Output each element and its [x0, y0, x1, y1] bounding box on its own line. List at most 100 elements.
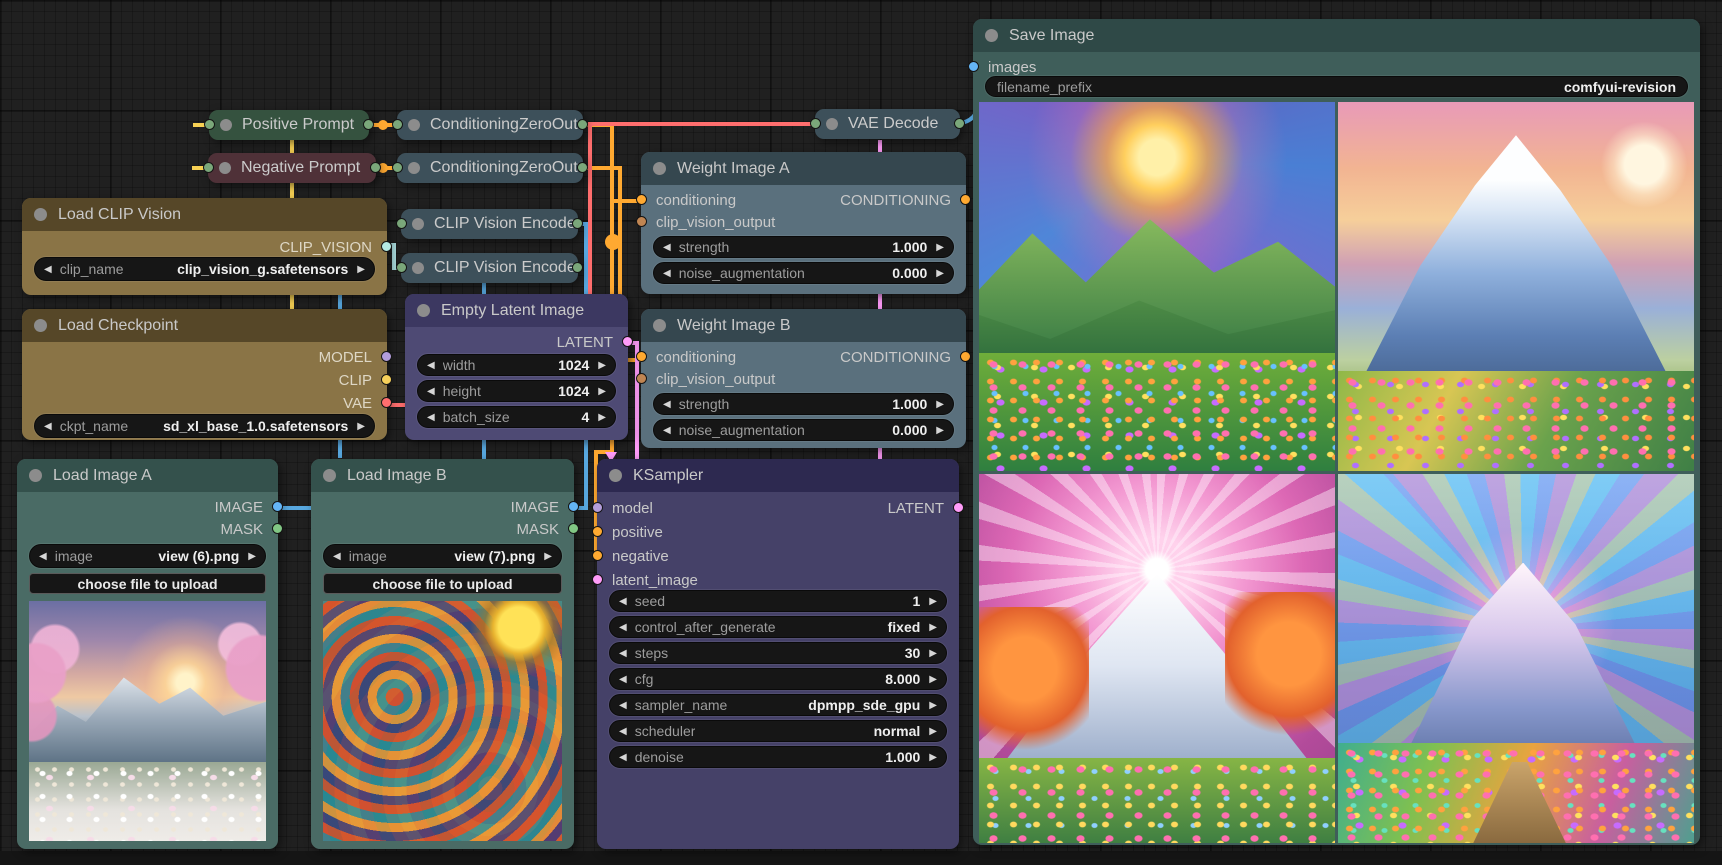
height-widget[interactable]: ◀ height 1024 ▶	[417, 380, 616, 402]
increment-arrow-icon[interactable]: ▶	[598, 386, 606, 397]
scheduler-widget[interactable]: ◀ scheduler normal ▶	[609, 720, 947, 742]
collapse-toggle-icon[interactable]	[219, 162, 231, 174]
positive-input-port[interactable]	[592, 526, 603, 537]
input-port[interactable]	[396, 218, 407, 229]
increment-arrow-icon[interactable]: ▶	[936, 242, 944, 253]
collapse-toggle-icon[interactable]	[412, 218, 424, 230]
node-vae-decode[interactable]: VAE Decode	[815, 109, 960, 139]
collapse-toggle-icon[interactable]	[323, 469, 336, 482]
image-output-port[interactable]	[568, 501, 579, 512]
conditioning-output-port[interactable]	[960, 194, 971, 205]
collapse-toggle-icon[interactable]	[220, 119, 232, 131]
clip-vision-output-input-port[interactable]	[636, 373, 647, 384]
node-conditioning-zero-out-1[interactable]: ConditioningZeroOut	[397, 110, 583, 140]
collapse-toggle-icon[interactable]	[408, 162, 420, 174]
choose-file-button[interactable]: choose file to upload	[29, 573, 266, 594]
decrement-arrow-icon[interactable]: ◀	[663, 242, 671, 253]
decrement-arrow-icon[interactable]: ◀	[333, 551, 341, 562]
node-load-image-b[interactable]: Load Image B IMAGE MASK ◀ image view (7)…	[311, 459, 574, 849]
output-port[interactable]	[572, 218, 583, 229]
control-after-generate-widget[interactable]: ◀ control_after_generate fixed ▶	[609, 616, 947, 638]
latent-image-input-port[interactable]	[592, 574, 603, 585]
node-clip-vision-encode-2[interactable]: CLIP Vision Encode	[401, 253, 578, 283]
negative-input-port[interactable]	[592, 550, 603, 561]
output-port[interactable]	[954, 118, 965, 129]
decrement-arrow-icon[interactable]: ◀	[44, 264, 52, 275]
node-empty-latent-image[interactable]: Empty Latent Image LATENT ◀ width 1024 ▶…	[405, 294, 628, 440]
cfg-widget[interactable]: ◀ cfg 8.000 ▶	[609, 668, 947, 690]
mask-output-port[interactable]	[568, 523, 579, 534]
decrement-arrow-icon[interactable]: ◀	[663, 399, 671, 410]
strength-widget[interactable]: ◀ strength 1.000 ▶	[653, 393, 954, 415]
conditioning-output-port[interactable]	[960, 351, 971, 362]
collapse-toggle-icon[interactable]	[826, 118, 838, 130]
input-port[interactable]	[392, 162, 403, 173]
clip-name-widget[interactable]: ◀ clip_name clip_vision_g.safetensors ▶	[34, 257, 375, 281]
decrement-arrow-icon[interactable]: ◀	[619, 726, 627, 737]
increment-arrow-icon[interactable]: ▶	[598, 412, 606, 423]
choose-file-button[interactable]: choose file to upload	[323, 573, 562, 594]
decrement-arrow-icon[interactable]: ◀	[619, 622, 627, 633]
input-port[interactable]	[203, 162, 214, 173]
collapse-toggle-icon[interactable]	[653, 319, 666, 332]
node-positive-prompt[interactable]: Positive Prompt	[209, 110, 369, 140]
denoise-widget[interactable]: ◀ denoise 1.000 ▶	[609, 746, 947, 768]
node-negative-prompt[interactable]: Negative Prompt	[208, 153, 376, 183]
collapse-toggle-icon[interactable]	[653, 162, 666, 175]
seed-widget[interactable]: ◀ seed 1 ▶	[609, 590, 947, 612]
collapse-toggle-icon[interactable]	[985, 29, 998, 42]
decrement-arrow-icon[interactable]: ◀	[619, 752, 627, 763]
decrement-arrow-icon[interactable]: ◀	[39, 551, 47, 562]
decrement-arrow-icon[interactable]: ◀	[619, 648, 627, 659]
conditioning-input-port[interactable]	[636, 194, 647, 205]
increment-arrow-icon[interactable]: ▶	[929, 726, 937, 737]
collapse-toggle-icon[interactable]	[408, 119, 420, 131]
node-conditioning-zero-out-2[interactable]: ConditioningZeroOut	[397, 153, 583, 183]
node-clip-vision-encode-1[interactable]: CLIP Vision Encode	[401, 209, 578, 239]
increment-arrow-icon[interactable]: ▶	[936, 268, 944, 279]
increment-arrow-icon[interactable]: ▶	[929, 752, 937, 763]
node-load-checkpoint[interactable]: Load Checkpoint MODEL CLIP VAE ◀ ckpt_na…	[22, 309, 387, 440]
increment-arrow-icon[interactable]: ▶	[598, 360, 606, 371]
model-output-port[interactable]	[381, 351, 392, 362]
steps-widget[interactable]: ◀ steps 30 ▶	[609, 642, 947, 664]
node-ksampler[interactable]: KSampler model LATENT positive negative …	[597, 459, 959, 849]
sampler-name-widget[interactable]: ◀ sampler_name dpmpp_sde_gpu ▶	[609, 694, 947, 716]
node-load-clip-vision[interactable]: Load CLIP Vision CLIP_VISION ◀ clip_name…	[22, 198, 387, 295]
node-weight-image-a[interactable]: Weight Image A conditioning CONDITIONING…	[641, 152, 966, 294]
decrement-arrow-icon[interactable]: ◀	[427, 386, 435, 397]
batch-size-widget[interactable]: ◀ batch_size 4 ▶	[417, 406, 616, 428]
increment-arrow-icon[interactable]: ▶	[929, 700, 937, 711]
increment-arrow-icon[interactable]: ▶	[544, 551, 552, 562]
width-widget[interactable]: ◀ width 1024 ▶	[417, 354, 616, 376]
increment-arrow-icon[interactable]: ▶	[357, 421, 365, 432]
input-port[interactable]	[392, 119, 403, 130]
latent-output-port[interactable]	[622, 336, 633, 347]
output-port[interactable]	[577, 162, 588, 173]
filename-prefix-widget[interactable]: filename_prefix comfyui-revision	[985, 76, 1688, 97]
collapse-toggle-icon[interactable]	[412, 262, 424, 274]
images-input-port[interactable]	[968, 61, 979, 72]
collapse-toggle-icon[interactable]	[34, 208, 47, 221]
input-port[interactable]	[396, 262, 407, 273]
vae-output-port[interactable]	[381, 397, 392, 408]
increment-arrow-icon[interactable]: ▶	[248, 551, 256, 562]
node-load-image-a[interactable]: Load Image A IMAGE MASK ◀ image view (6)…	[17, 459, 278, 849]
collapse-toggle-icon[interactable]	[417, 304, 430, 317]
collapse-toggle-icon[interactable]	[29, 469, 42, 482]
input-port[interactable]	[810, 118, 821, 129]
increment-arrow-icon[interactable]: ▶	[929, 622, 937, 633]
increment-arrow-icon[interactable]: ▶	[929, 596, 937, 607]
collapse-toggle-icon[interactable]	[609, 469, 622, 482]
decrement-arrow-icon[interactable]: ◀	[619, 596, 627, 607]
ckpt-name-widget[interactable]: ◀ ckpt_name sd_xl_base_1.0.safetensors ▶	[34, 414, 375, 438]
noise-augmentation-widget[interactable]: ◀ noise_augmentation 0.000 ▶	[653, 419, 954, 441]
conditioning-input-port[interactable]	[636, 351, 647, 362]
noise-augmentation-widget[interactable]: ◀ noise_augmentation 0.000 ▶	[653, 262, 954, 284]
node-weight-image-b[interactable]: Weight Image B conditioning CONDITIONING…	[641, 309, 966, 448]
increment-arrow-icon[interactable]: ▶	[929, 648, 937, 659]
strength-widget[interactable]: ◀ strength 1.000 ▶	[653, 236, 954, 258]
increment-arrow-icon[interactable]: ▶	[357, 264, 365, 275]
decrement-arrow-icon[interactable]: ◀	[663, 425, 671, 436]
decrement-arrow-icon[interactable]: ◀	[619, 700, 627, 711]
